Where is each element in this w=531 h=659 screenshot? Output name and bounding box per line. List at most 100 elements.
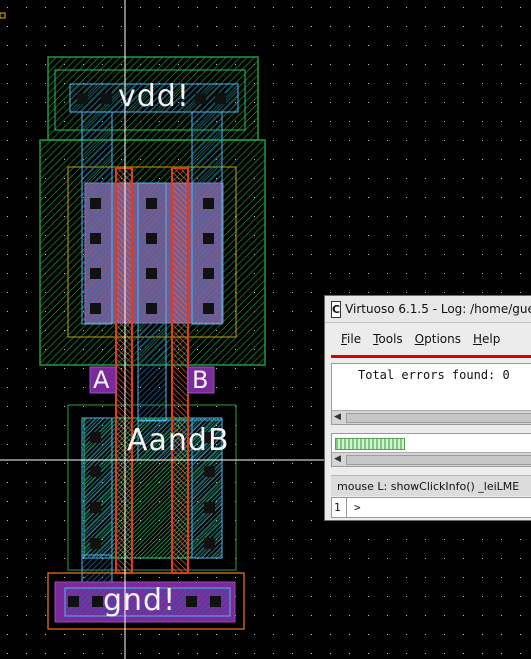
grid-dot [406,216,407,217]
title-bar[interactable]: C Virtuoso 6.1.5 - Log: /home/gueva [325,296,531,323]
grid-dot [64,558,65,559]
grid-dot [482,539,483,540]
grid-dot [159,45,160,46]
grid-dot [520,140,521,141]
grid-dot [26,26,27,27]
grid-dot [425,159,426,160]
contact-cut [92,596,103,607]
grid-dot [501,140,502,141]
grid-dot [501,26,502,27]
grid-dot [482,64,483,65]
grid-dot [292,653,293,654]
log-window[interactable]: C Virtuoso 6.1.5 - Log: /home/gueva File… [324,295,531,521]
grid-dot [45,425,46,426]
command-output-area[interactable]: ◀ [331,433,531,467]
grid-dot [254,615,255,616]
contact-cut [90,502,101,513]
grid-dot [26,482,27,483]
grid-dot [501,159,502,160]
contact-cut [203,268,214,279]
log-output-area[interactable]: Total errors found: 0 ◀ [331,363,531,425]
grid-dot [140,26,141,27]
grid-dot [406,235,407,236]
grid-dot [273,425,274,426]
grid-dot [292,425,293,426]
grid-dot [45,387,46,388]
grid-dot [501,254,502,255]
grid-dot [64,482,65,483]
grid-dot [254,425,255,426]
grid-dot [26,292,27,293]
scroll-left-icon[interactable]: ◀ [334,412,341,422]
grid-dot [26,216,27,217]
scrollbar-thumb[interactable] [346,413,531,423]
grid-dot [197,26,198,27]
grid-dot [311,444,312,445]
menu-file[interactable]: File [341,332,361,346]
grid-dot [463,615,464,616]
grid-dot [26,64,27,65]
grid-dot [121,45,122,46]
grid-dot [83,634,84,635]
grid-dot [45,64,46,65]
metal-right-drop[interactable] [191,111,223,325]
grid-dot [102,26,103,27]
metal-left-drop[interactable] [81,111,113,325]
grid-dot [368,64,369,65]
grid-dot [520,634,521,635]
grid-dot [520,254,521,255]
grid-dot [520,178,521,179]
menu-options[interactable]: Options [415,332,461,346]
grid-dot [311,463,312,464]
menu-tools[interactable]: Tools [373,332,403,346]
poly-gate-b[interactable] [171,167,189,574]
command-prompt[interactable]: 1 > [331,497,531,518]
grid-dot [7,159,8,160]
poly-gate-a[interactable] [115,167,133,574]
grid-dot [311,311,312,312]
grid-dot [501,235,502,236]
grid-dot [311,539,312,540]
grid-dot [64,444,65,445]
grid-dot [273,520,274,521]
grid-dot [444,653,445,654]
grid-dot [64,653,65,654]
grid-dot [368,615,369,616]
grid-dot [425,26,426,27]
grid-dot [273,463,274,464]
grid-dot [349,596,350,597]
grid-dot [64,368,65,369]
grid-dot [26,273,27,274]
grid-dot [463,178,464,179]
grid-dot [520,273,521,274]
grid-dot [520,292,521,293]
log-horizontal-scrollbar[interactable]: ◀ [332,410,531,424]
grid-dot [216,634,217,635]
scrollbar-thumb[interactable] [346,455,531,465]
grid-dot [349,653,350,654]
grid-dot [7,653,8,654]
metal-output-strip[interactable] [137,182,167,422]
status-divider [331,355,531,358]
menu-help[interactable]: Help [473,332,500,346]
grid-dot [368,596,369,597]
scroll-left-icon[interactable]: ◀ [334,454,341,464]
grid-dot [26,463,27,464]
grid-dot [26,596,27,597]
grid-dot [425,558,426,559]
progress-indicator [335,438,405,450]
grid-dot [482,615,483,616]
contact-cut [146,268,157,279]
grid-dot [463,596,464,597]
grid-dot [463,83,464,84]
command-horizontal-scrollbar[interactable]: ◀ [332,452,531,466]
grid-dot [7,615,8,616]
grid-dot [368,7,369,8]
grid-dot [216,653,217,654]
grid-dot [26,634,27,635]
grid-dot [482,140,483,141]
contact-cut [215,93,226,104]
grid-dot [330,235,331,236]
grid-dot [368,159,369,160]
window-title: Virtuoso 6.1.5 - Log: /home/gueva [345,302,531,316]
